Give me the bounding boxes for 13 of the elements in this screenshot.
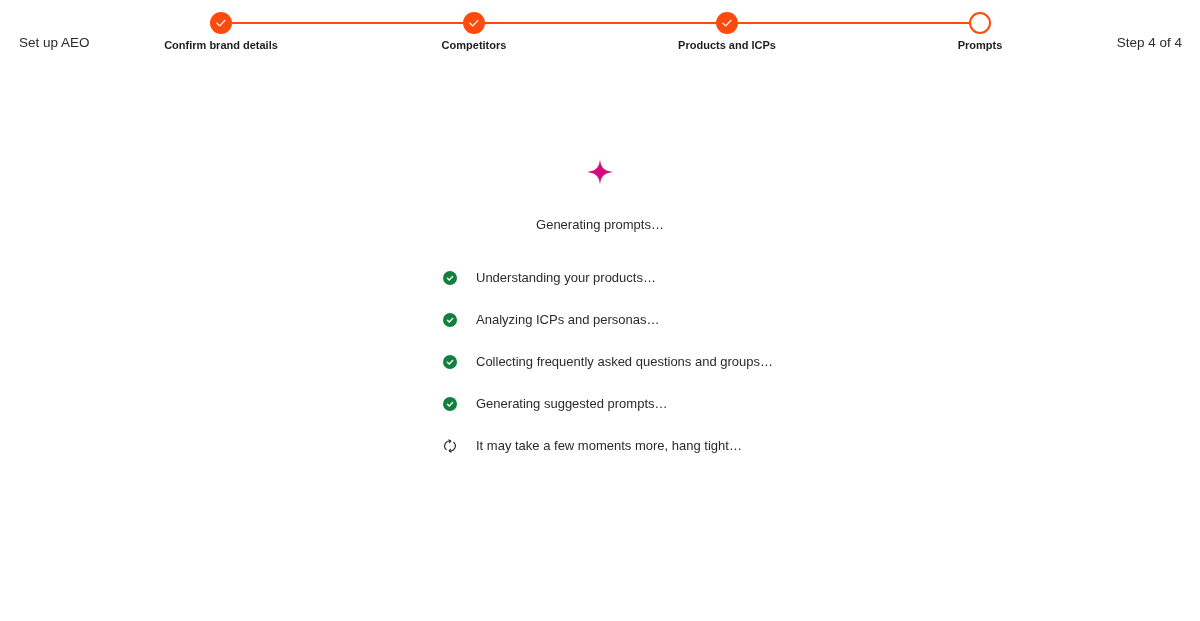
page-title: Set up AEO — [19, 35, 90, 51]
task-label: Collecting frequently asked questions and groups… — [476, 354, 773, 370]
step-label: Products and ICPs — [678, 39, 776, 52]
task-label: It may take a few moments more, hang tight… — [476, 438, 742, 454]
task-label: Analyzing ICPs and personas… — [476, 312, 660, 328]
step-label: Competitors — [441, 39, 507, 52]
step-label: Prompts — [957, 39, 1003, 52]
sparkle-icon — [587, 159, 613, 185]
step-counter: Step 4 of 4 — [1116, 35, 1182, 51]
step-label: Confirm brand details — [164, 39, 278, 52]
progress-heading: Generating prompts… — [536, 216, 664, 234]
task-label: Understanding your products… — [476, 270, 656, 286]
task-label: Generating suggested prompts… — [476, 396, 668, 412]
